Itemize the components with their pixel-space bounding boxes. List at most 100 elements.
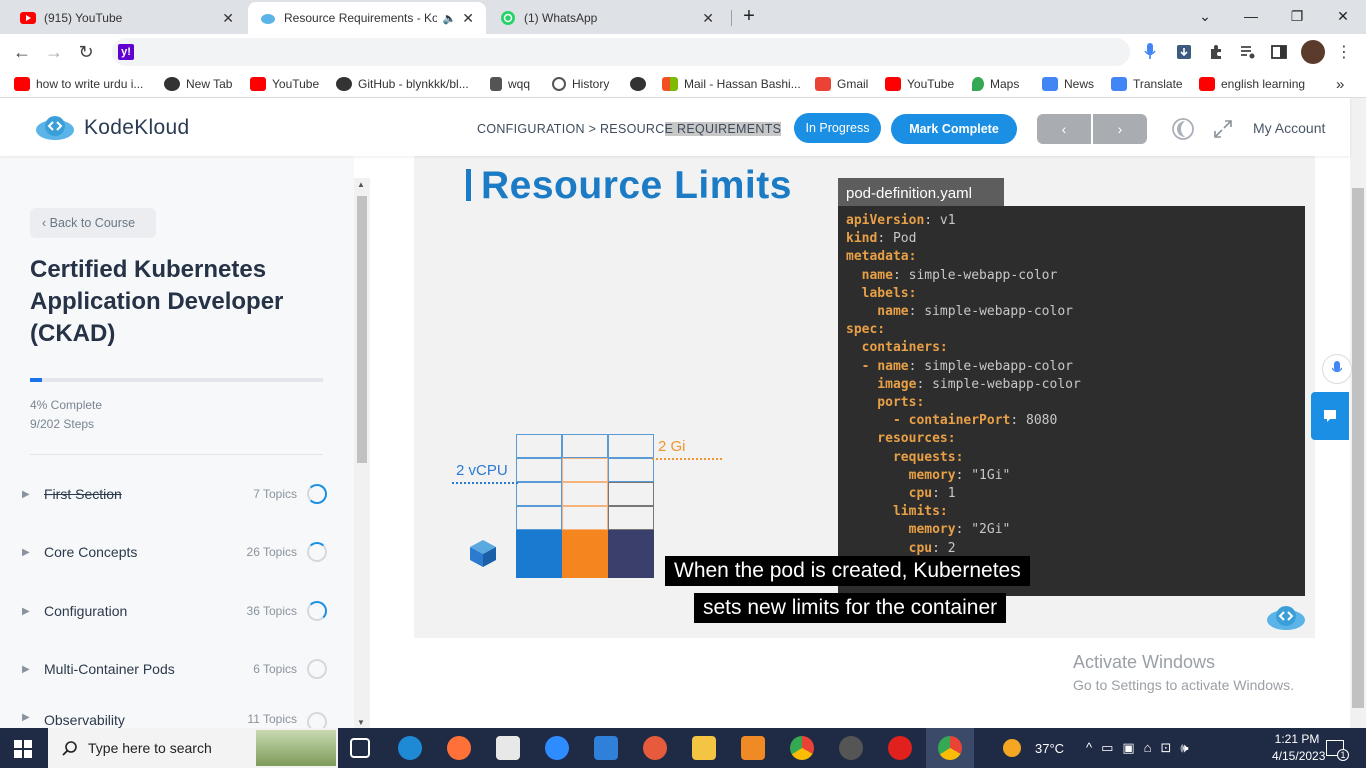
bookmark-label: Mail - Hassan Bashi... <box>684 77 801 91</box>
store-icon[interactable] <box>496 736 520 760</box>
minimize-button[interactable]: — <box>1228 0 1274 32</box>
yaml-filename-tab: pod-definition.yaml <box>838 178 1004 208</box>
next-lesson-button[interactable]: › <box>1093 114 1147 144</box>
voice-assistant-button[interactable] <box>1322 354 1352 384</box>
bookmark-item[interactable]: Translate <box>1111 75 1183 93</box>
chat-widget-button[interactable] <box>1311 392 1349 440</box>
scrollbar-thumb[interactable] <box>357 196 367 463</box>
bookmark-item[interactable]: Mail - Hassan Bashi... <box>662 75 801 93</box>
telegram-icon[interactable] <box>545 736 569 760</box>
tab-whatsapp[interactable]: (1) WhatsApp ✕ <box>488 2 726 34</box>
settings-app-icon[interactable] <box>741 736 765 760</box>
bookmark-item[interactable]: News <box>1042 75 1094 93</box>
chrome-icon[interactable] <box>790 736 814 760</box>
scrollbar-thumb[interactable] <box>1352 188 1364 708</box>
taskbar-search-box[interactable]: Type here to search <box>48 728 338 768</box>
divider <box>30 454 323 455</box>
close-tab-icon[interactable]: ✕ <box>702 10 714 27</box>
task-view-icon[interactable] <box>350 738 370 758</box>
section-name: Core Concepts <box>44 544 138 560</box>
weather-widget[interactable]: 37°C <box>1003 728 1064 768</box>
opera-icon[interactable] <box>888 736 912 760</box>
scroll-up-arrow-icon[interactable]: ▲ <box>357 180 365 189</box>
steps-count: 9/202 Steps <box>30 417 95 431</box>
file-explorer-icon[interactable] <box>692 736 716 760</box>
yaml-token: containers: <box>846 340 948 356</box>
section-core-concepts[interactable]: ▶ Core Concepts 26 Topics <box>22 537 327 567</box>
in-progress-button[interactable]: In Progress <box>794 113 881 143</box>
section-multi-container-pods[interactable]: ▶ Multi-Container Pods 6 Topics <box>22 654 327 684</box>
bookmark-item[interactable]: how to write urdu i... <box>14 75 143 93</box>
bookmark-item[interactable]: New Tab <box>164 75 232 93</box>
download-extension-icon[interactable] <box>1176 44 1192 60</box>
windows-start-icon[interactable] <box>14 740 32 758</box>
close-tab-icon[interactable]: ✕ <box>222 10 234 27</box>
app-icon[interactable] <box>643 736 667 760</box>
section-configuration[interactable]: ▶ Configuration 36 Topics <box>22 596 327 626</box>
bookmark-item[interactable]: wqq <box>490 75 530 93</box>
active-chrome-taskbar-button[interactable] <box>926 728 974 768</box>
section-observability[interactable]: ▶ Observability 11 Topics <box>22 712 327 728</box>
reload-icon[interactable]: ↻ <box>72 38 100 66</box>
section-first-section[interactable]: ▶ First Section 7 Topics <box>22 479 327 509</box>
page-scrollbar[interactable] <box>1350 98 1366 728</box>
tab-search-icon[interactable]: ⌄ <box>1182 0 1228 32</box>
bookmark-item[interactable]: Gmail <box>815 75 868 93</box>
dark-mode-toggle-icon[interactable] <box>1171 117 1195 141</box>
yaml-token: requests: <box>846 449 964 465</box>
history-icon <box>552 77 566 91</box>
grid-cell <box>516 434 562 458</box>
bookmark-item[interactable]: YouTube <box>250 75 319 93</box>
previous-lesson-button[interactable]: ‹ <box>1037 114 1091 144</box>
restore-button[interactable]: ❐ <box>1274 0 1320 32</box>
expand-arrow-icon[interactable]: ▶ <box>22 606 44 617</box>
media-control-icon[interactable] <box>1240 44 1256 60</box>
back-arrow-icon[interactable]: ← <box>8 38 36 66</box>
bookmark-item[interactable]: History <box>552 75 609 93</box>
bookmark-label: News <box>1064 77 1095 91</box>
mark-complete-button[interactable]: Mark Complete <box>891 114 1017 144</box>
mail-icon[interactable] <box>594 736 618 760</box>
expand-arrow-icon[interactable]: ▶ <box>22 712 44 723</box>
yaml-token: labels: <box>846 285 917 301</box>
extensions-puzzle-icon[interactable] <box>1208 44 1224 60</box>
close-window-button[interactable]: ✕ <box>1320 0 1366 32</box>
yaml-line: memory: "1Gi" <box>846 467 1297 485</box>
microphone-icon[interactable] <box>1142 42 1158 62</box>
bookmark-item[interactable]: GitHub - blynkkk/bl... <box>336 75 469 93</box>
edge-icon[interactable] <box>398 736 422 760</box>
tab-kodekloud[interactable]: Resource Requirements - Ko 🔈 ✕ <box>248 2 486 34</box>
notifications-icon[interactable]: 1 <box>1326 740 1349 761</box>
bookmark-item[interactable]: english learning <box>1199 75 1305 93</box>
new-tab-button[interactable]: + <box>726 0 772 32</box>
more-menu-icon[interactable]: ⋮ <box>1330 38 1358 66</box>
yaml-line: resources: <box>846 430 1297 448</box>
close-tab-icon[interactable]: ✕ <box>462 10 474 27</box>
bookmark-item[interactable]: YouTube <box>885 75 954 93</box>
bookmark-item[interactable] <box>630 75 652 93</box>
scroll-down-arrow-icon[interactable]: ▼ <box>357 718 365 727</box>
profile-avatar[interactable] <box>1301 40 1325 64</box>
bookmark-item[interactable]: Maps <box>972 75 1019 93</box>
forward-arrow-icon[interactable]: → <box>40 38 68 66</box>
system-tray-icons[interactable]: ^▭▣⌂⊡🕪 <box>1086 728 1198 768</box>
expand-arrow-icon[interactable]: ▶ <box>22 489 44 500</box>
speaker-icon[interactable]: 🔈 <box>443 12 457 25</box>
more-bookmarks-button[interactable]: » <box>1336 75 1344 93</box>
address-bar[interactable]: y! <box>112 38 1130 66</box>
youtube-icon <box>885 77 901 91</box>
obs-icon[interactable] <box>839 736 863 760</box>
tab-youtube[interactable]: (915) YouTube ✕ <box>8 2 246 34</box>
back-to-course-button[interactable]: ‹ Back to Course <box>30 208 156 238</box>
yaml-line: - containerPort: 8080 <box>846 412 1297 430</box>
sidebar-scrollbar[interactable]: ▲ ▼ <box>354 178 370 728</box>
firefox-icon[interactable] <box>447 736 471 760</box>
activate-subtitle: Go to Settings to activate Windows. <box>1073 677 1294 693</box>
kodekloud-logo[interactable]: KodeKloud <box>34 114 189 142</box>
my-account-link[interactable]: My Account <box>1253 120 1325 136</box>
side-panel-icon[interactable] <box>1271 44 1287 60</box>
taskbar-clock[interactable]: 1:21 PM 4/15/2023 <box>1272 731 1325 765</box>
expand-arrow-icon[interactable]: ▶ <box>22 664 44 675</box>
fullscreen-icon[interactable] <box>1213 119 1233 139</box>
expand-arrow-icon[interactable]: ▶ <box>22 547 44 558</box>
